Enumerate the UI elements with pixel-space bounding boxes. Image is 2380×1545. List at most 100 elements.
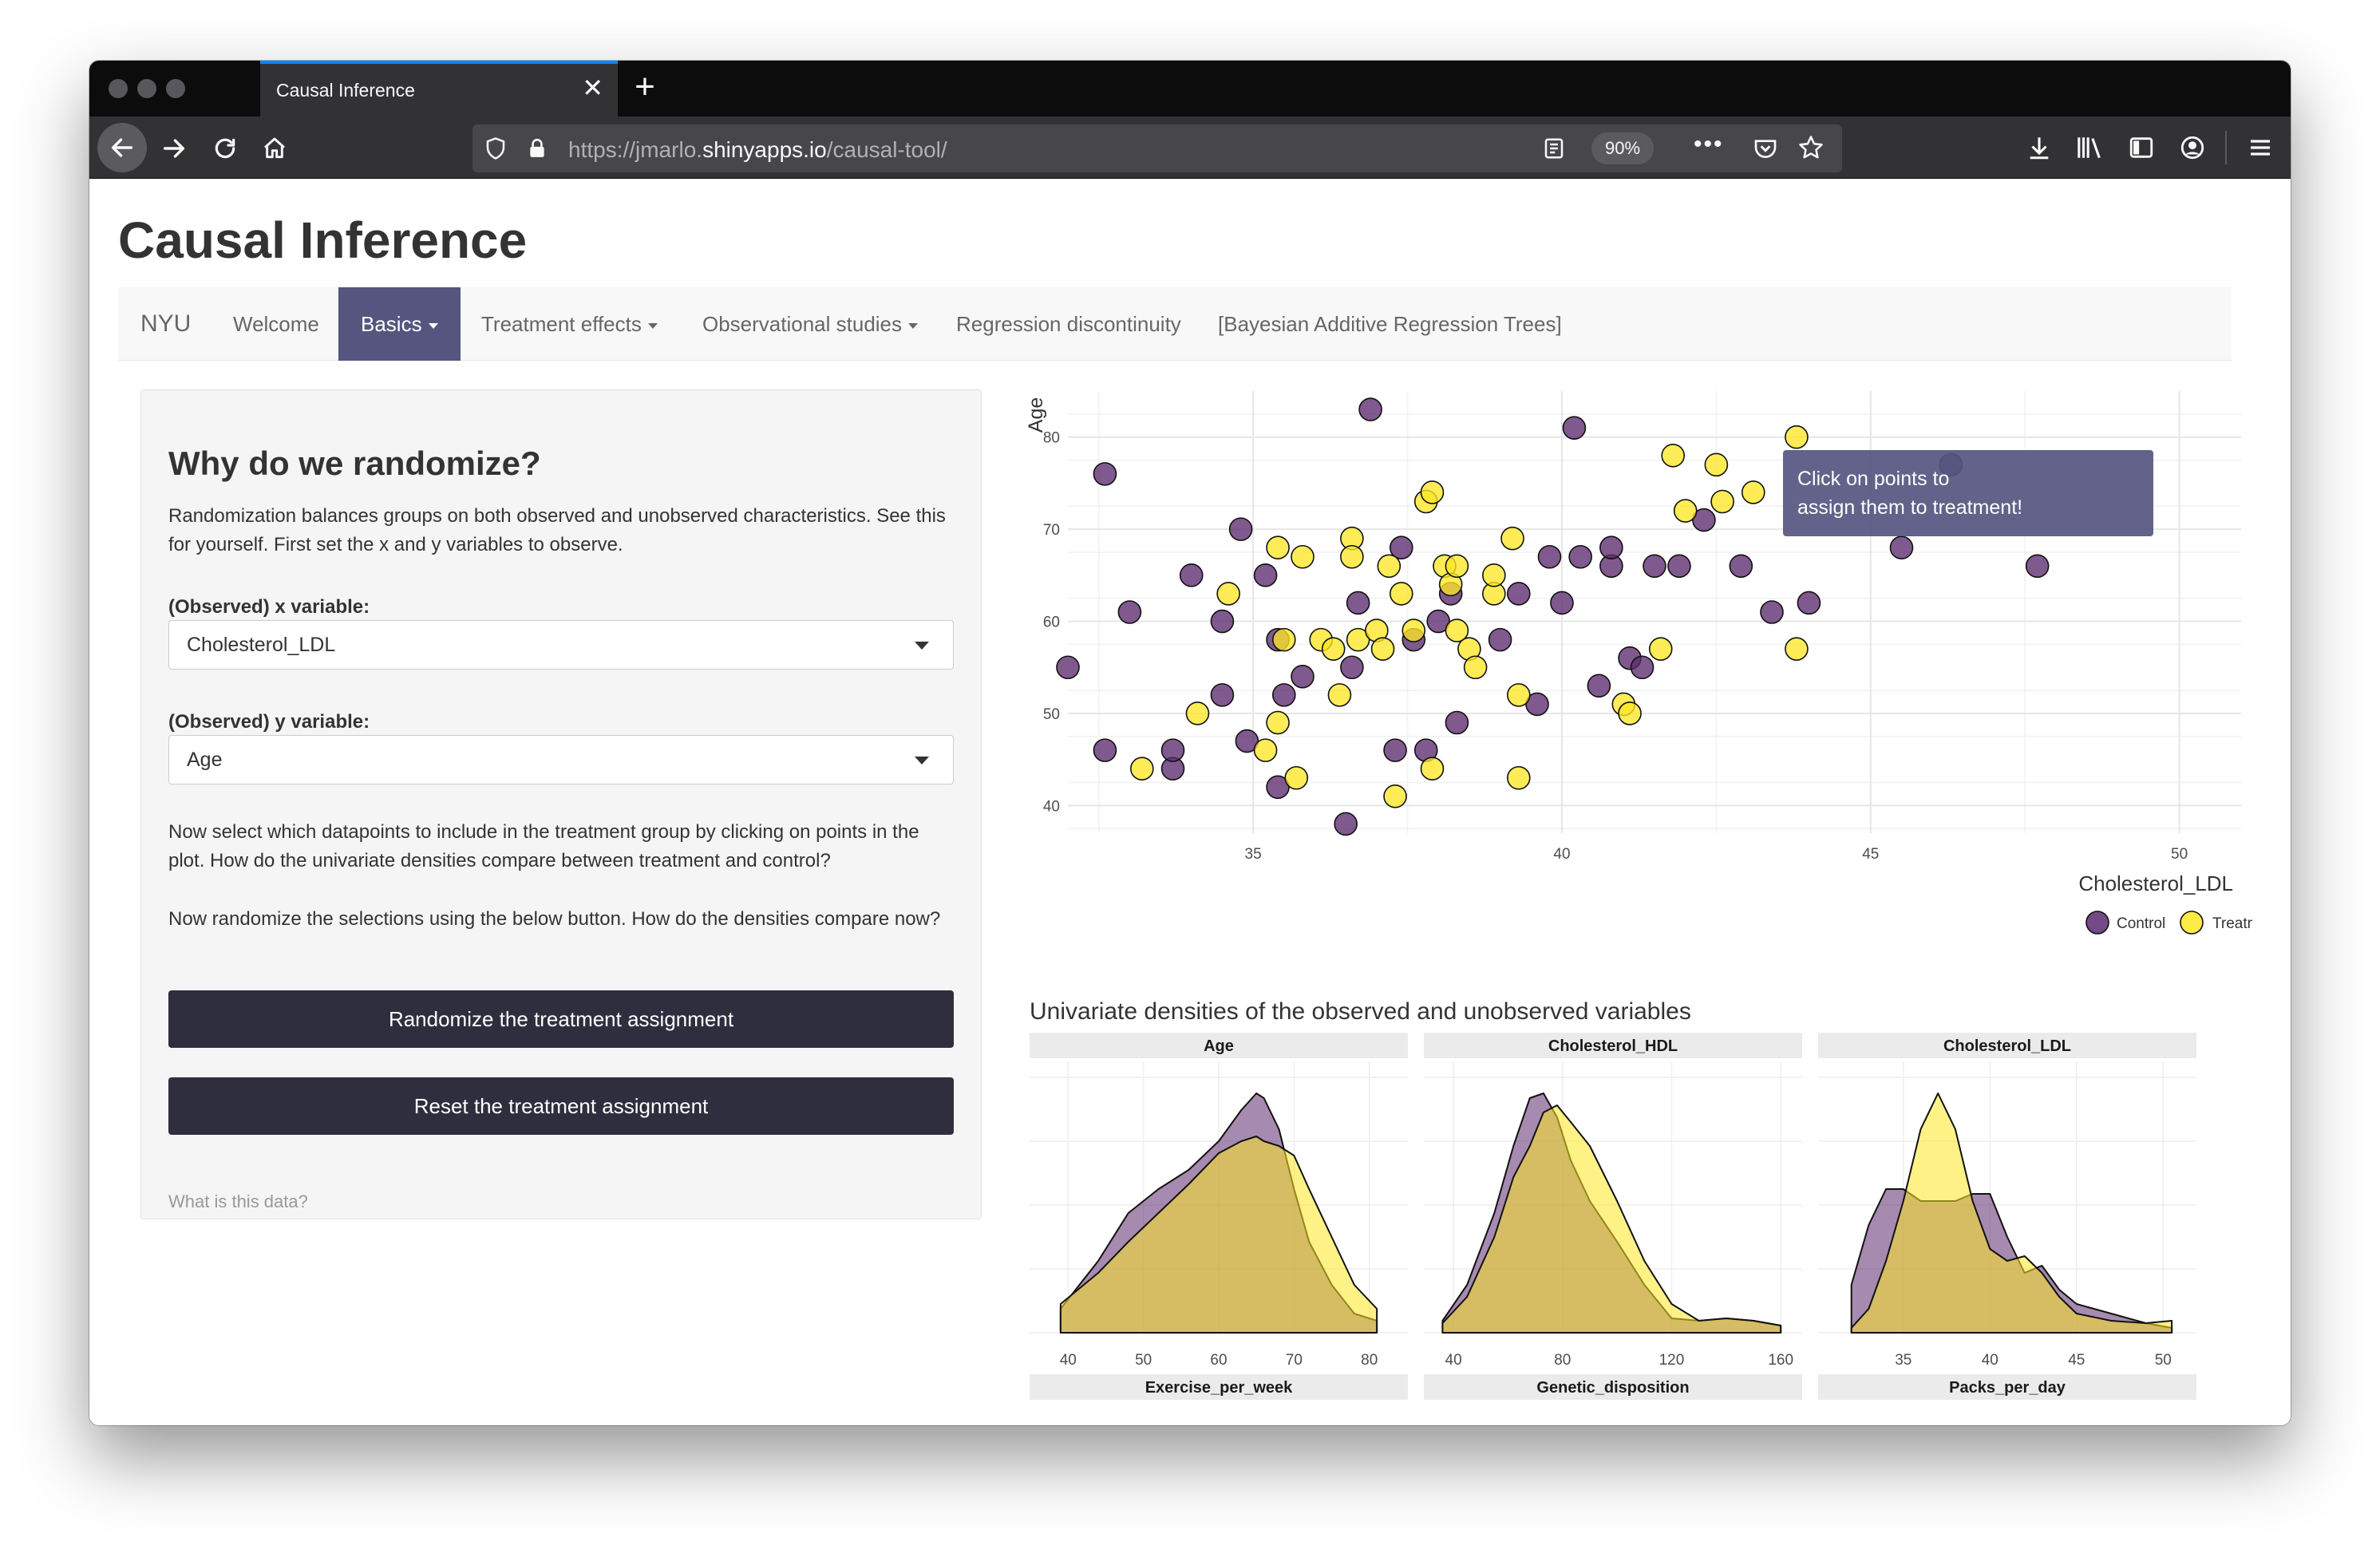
treatment-point [1377, 554, 1402, 579]
tab-welcome[interactable]: Welcome [233, 287, 319, 361]
new-tab-plus-icon[interactable]: + [626, 67, 664, 107]
control-point [1228, 517, 1253, 541]
reset-button[interactable]: Reset the treatment assignment [168, 1077, 954, 1135]
library-icon[interactable] [2075, 134, 2105, 161]
caret-down-icon [428, 322, 438, 329]
facet-tick-label: 50 [1135, 1352, 1152, 1369]
control-point [1210, 683, 1235, 707]
plot-area[interactable]: 40 50 60 70 80 35 40 45 50 Age Cholesterol_LDL Clic… [1023, 386, 2252, 1425]
shield-icon[interactable] [484, 136, 508, 161]
treatment-point [1785, 637, 1809, 661]
intro-text: Randomization balances groups on both ob… [168, 505, 946, 555]
control-point [1117, 600, 1142, 624]
tab-regression-discontinuity[interactable]: Regression discontinuity [956, 287, 1181, 361]
sidebar-toggle-icon[interactable] [2128, 134, 2155, 161]
control-point [1562, 416, 1587, 440]
y-tick-label: 40 [1043, 798, 1060, 815]
treatment-point [1482, 563, 1506, 587]
control-point [1797, 591, 1821, 615]
treatment-point [1420, 480, 1445, 504]
control-point [1210, 609, 1235, 634]
treatment-point [1130, 757, 1154, 781]
navbar-menu: NYU Welcome Basics Treatment effects Obs… [118, 287, 2232, 361]
treatment-point [1506, 765, 1531, 790]
control-point [2025, 554, 2050, 579]
back-arrow-icon[interactable] [97, 123, 147, 172]
tooltip-text: Click on points to [1797, 468, 1949, 490]
facet-tick-label: 50 [2155, 1352, 2172, 1369]
y-axis-label: Age [1025, 397, 1047, 433]
instructions-text: Now select which datapoints to include i… [168, 821, 919, 871]
facet-tick-label: 80 [1554, 1352, 1571, 1369]
x-variable-label: (Observed) x variable: [168, 596, 370, 618]
facet-tick-label: 35 [1895, 1352, 1912, 1369]
what-is-this-data-link[interactable]: What is this data? [168, 1191, 308, 1212]
randomize-text: Now randomize the selections using the b… [168, 908, 941, 930]
pocket-icon[interactable] [1753, 136, 1778, 161]
browser-window: Causal Inference ✕ + https://jmarlo.shin… [89, 61, 2291, 1425]
treatment-point [1266, 710, 1290, 735]
facet-panel [1424, 1400, 1802, 1416]
control-point [1291, 664, 1315, 689]
more-actions-icon[interactable]: ••• [1694, 131, 1724, 158]
caret-down-icon [908, 322, 919, 329]
treatment-point [1266, 535, 1290, 560]
y-variable-select[interactable]: Age [168, 735, 954, 784]
window-close-dot[interactable] [109, 79, 128, 98]
randomize-button[interactable]: Randomize the treatment assignment [168, 990, 954, 1048]
legend-key-treatment [2180, 911, 2204, 935]
treatment-point [1271, 627, 1296, 652]
control-point [1537, 544, 1562, 569]
url-text[interactable]: https://jmarlo.shinyapps.io/causal-tool/ [568, 137, 947, 163]
control-point [1587, 674, 1611, 698]
treatment-point [1340, 544, 1364, 569]
treatment-point [1618, 701, 1642, 725]
facet-tick-label: 70 [1286, 1352, 1303, 1369]
reader-view-icon[interactable] [1542, 136, 1566, 161]
window-zoom-dot[interactable] [166, 79, 185, 98]
window-minimize-dot[interactable] [137, 79, 156, 98]
url-bar[interactable]: https://jmarlo.shinyapps.io/causal-tool/… [472, 124, 1842, 172]
download-icon[interactable] [2026, 134, 2053, 161]
account-icon[interactable] [2179, 134, 2206, 161]
close-icon[interactable]: ✕ [582, 75, 603, 101]
x-variable-select[interactable]: Cholesterol_LDL [168, 620, 954, 670]
control-point [1445, 710, 1469, 735]
treatment-point [1648, 637, 1673, 661]
home-icon[interactable] [252, 126, 297, 171]
tooltip-box [1783, 450, 2153, 536]
tab-basics[interactable]: Basics [338, 287, 461, 361]
facet-tick-label: 120 [1659, 1352, 1685, 1369]
facet-title: Genetic_disposition [1536, 1379, 1689, 1397]
tab-bart[interactable]: [Bayesian Additive Regression Trees] [1218, 287, 1562, 361]
page-content: Causal Inference NYU Welcome Basics Trea… [89, 179, 2291, 1425]
control-point [1271, 683, 1296, 707]
facet-tick-label: 160 [1768, 1352, 1793, 1369]
tab-basics-label: Basics [361, 312, 422, 336]
x-variable-value: Cholesterol_LDL [187, 634, 336, 656]
treatment-density [1850, 1093, 2173, 1334]
x-tick-label: 35 [1245, 846, 1262, 863]
sidebar-panel: Why do we randomize? Randomization balan… [140, 389, 982, 1219]
tab-treatment-effects-label: Treatment effects [481, 312, 642, 336]
x-tick-label: 40 [1553, 846, 1570, 863]
hamburger-menu-icon[interactable] [2248, 134, 2273, 161]
dropdown-caret-icon [915, 642, 929, 650]
control-point [1760, 600, 1784, 624]
browser-tab[interactable]: Causal Inference ✕ [260, 61, 618, 117]
tab-title: Causal Inference [276, 80, 415, 101]
tab-observational-studies[interactable]: Observational studies [702, 287, 919, 361]
star-bookmark-icon[interactable] [1797, 134, 1825, 161]
y-tick-label: 70 [1043, 522, 1060, 539]
zoom-level[interactable]: 90% [1591, 132, 1654, 164]
control-point [1506, 582, 1531, 606]
reload-icon[interactable] [203, 126, 247, 171]
tab-treatment-effects[interactable]: Treatment effects [481, 287, 658, 361]
brand-nyu[interactable]: NYU [140, 287, 191, 361]
treatment-point [1420, 757, 1445, 781]
treatment-point [1710, 489, 1734, 514]
treatment-point [1284, 765, 1309, 790]
y-tick-label: 60 [1043, 614, 1060, 631]
forward-arrow-icon[interactable] [152, 126, 196, 171]
lock-icon[interactable] [527, 136, 548, 161]
